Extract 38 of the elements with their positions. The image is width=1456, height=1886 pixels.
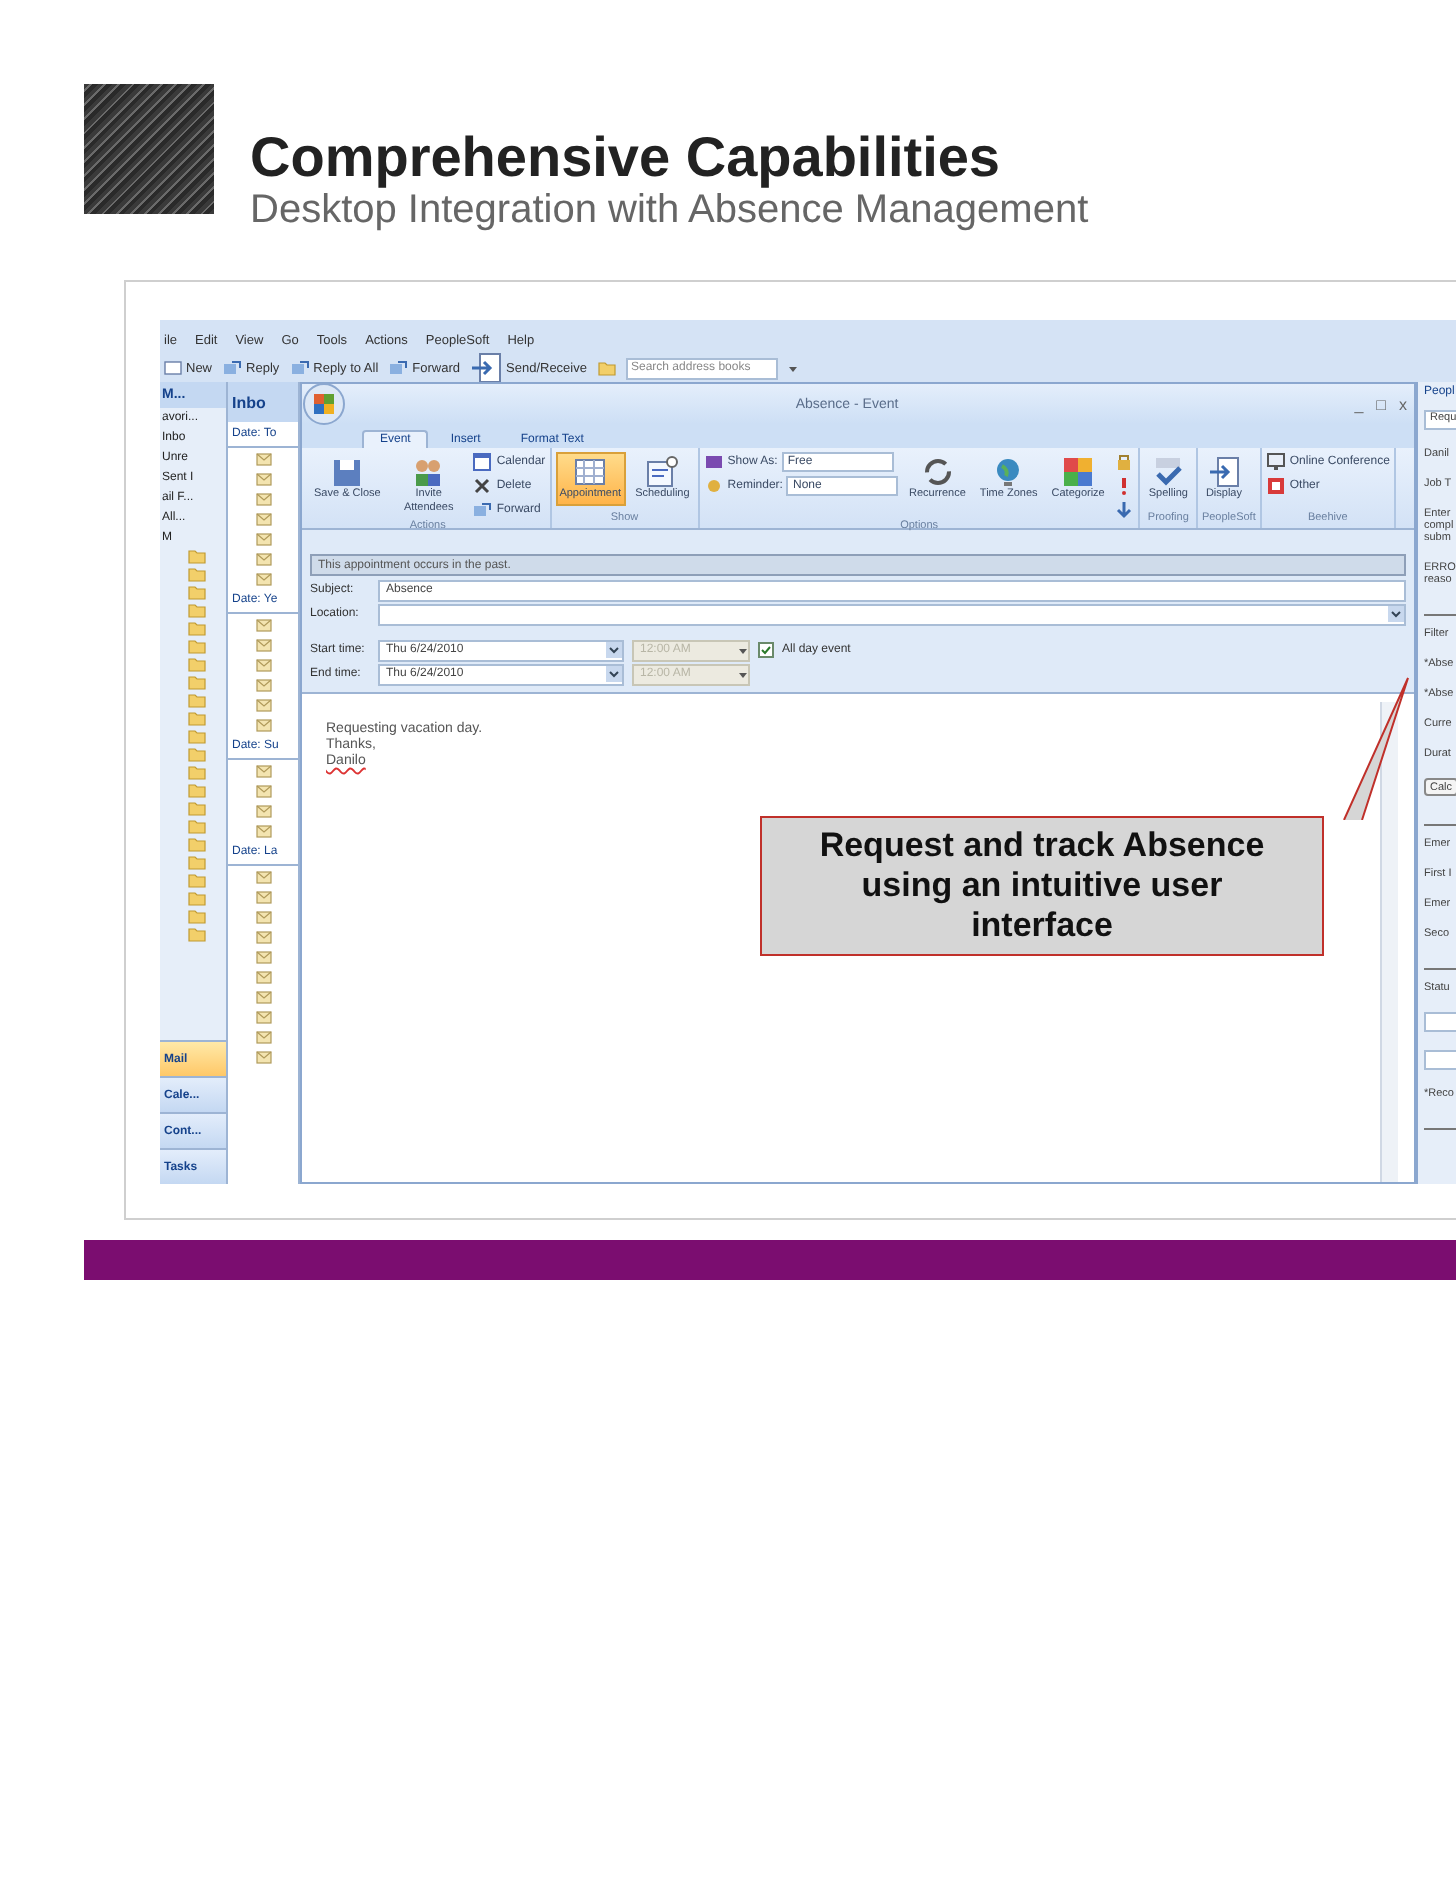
input-field[interactable]	[1424, 1012, 1456, 1032]
x-icon	[472, 476, 493, 496]
callout-pointer	[1342, 676, 1410, 820]
logo-icon	[84, 84, 214, 214]
color-bar-icon	[703, 452, 724, 472]
list-header: Inbo	[228, 382, 298, 422]
square-icon	[1265, 476, 1286, 496]
caret-icon	[738, 645, 748, 655]
globe-icon	[992, 456, 1025, 488]
scrollbar[interactable]	[1380, 702, 1398, 1182]
input-field[interactable]	[1424, 1050, 1456, 1070]
arrow-into-box-icon	[470, 352, 503, 384]
calendar-grid-icon	[574, 456, 607, 488]
checkbox[interactable]	[758, 642, 774, 658]
slide-subtitle: Desktop Integration with Absence Management	[250, 188, 1089, 232]
maximize-button[interactable]: □	[1370, 395, 1392, 413]
checkmark-icon	[1152, 456, 1185, 488]
caret-icon	[787, 363, 797, 373]
caret-icon	[738, 669, 748, 679]
color-squares-icon	[1062, 456, 1095, 488]
down-arrow-icon	[1114, 500, 1135, 520]
folder-icon	[597, 360, 615, 376]
slide-title: Comprehensive Capabilities	[250, 128, 1003, 188]
dropdown-arrow-icon	[1388, 606, 1404, 622]
dropdown-arrow-icon	[606, 666, 622, 682]
scheduling-grid-icon	[646, 456, 679, 488]
minimize-button[interactable]: _	[1348, 395, 1370, 413]
circular-arrows-icon	[921, 456, 954, 488]
lock-icon	[1114, 452, 1135, 472]
callout-box: Request and track Absence using an intuitive user interface	[760, 816, 1324, 956]
location-field[interactable]	[378, 603, 1406, 625]
dropdown-arrow-icon	[606, 642, 622, 658]
monitor-icon	[1265, 452, 1286, 472]
close-button[interactable]: x	[1392, 395, 1414, 413]
checkmark-icon	[760, 644, 772, 656]
calendar-icon	[472, 452, 493, 472]
arrow-into-box-icon	[1207, 456, 1240, 488]
two-people-icon	[412, 456, 445, 488]
